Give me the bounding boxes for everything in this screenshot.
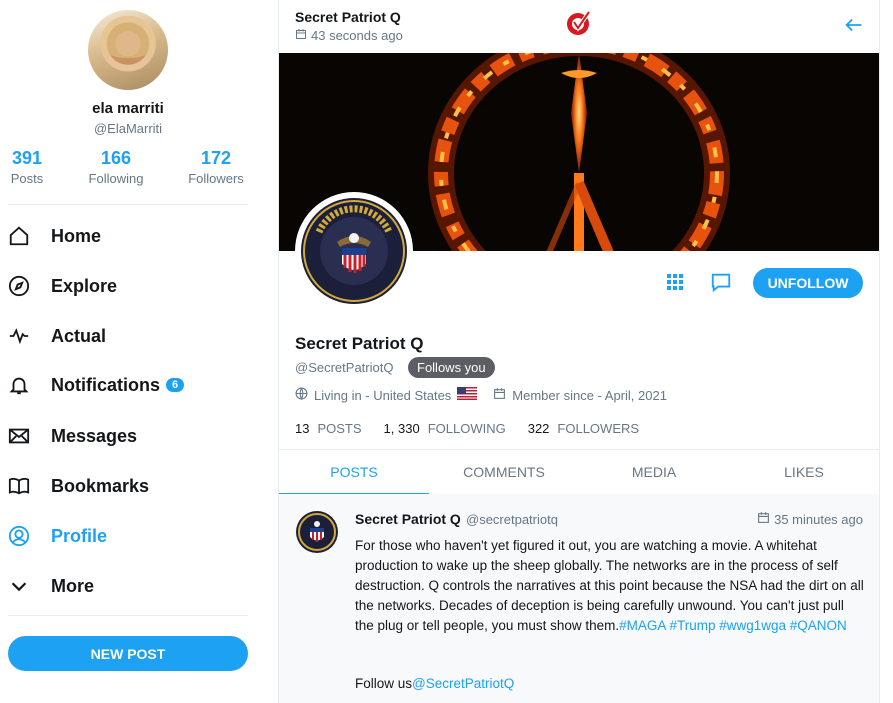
profile-avatar[interactable] xyxy=(295,192,413,310)
profile-location: Living in - United States xyxy=(295,387,478,403)
top-bar-time: 43 seconds ago xyxy=(295,28,403,43)
profile-member-since: Member since - April, 2021 xyxy=(493,387,667,403)
mention-link[interactable]: @SecretPatriotQ xyxy=(412,676,514,691)
nav-label-more: More xyxy=(51,575,95,596)
calendar-icon xyxy=(295,28,307,43)
nav-item-more[interactable]: More xyxy=(8,566,258,606)
user-icon xyxy=(8,525,30,547)
top-bar-time-text: 43 seconds ago xyxy=(311,28,403,43)
stat-posts[interactable]: 391 Posts xyxy=(0,148,67,186)
stat-following-label: Following xyxy=(88,171,144,186)
post-time: 35 minutes ago xyxy=(757,511,863,527)
nav-item-profile[interactable]: Profile xyxy=(8,516,258,556)
nav-item-notifications[interactable]: Notifications 6 xyxy=(8,365,258,405)
calendar-icon xyxy=(493,387,506,403)
book-icon xyxy=(8,475,30,497)
profile-handle: @SecretPatriotQ xyxy=(295,360,394,375)
tab-posts[interactable]: POSTS xyxy=(279,450,429,495)
unfollow-button[interactable]: UNFOLLOW xyxy=(753,268,863,298)
activity-icon xyxy=(8,325,30,347)
nav-label-profile: Profile xyxy=(51,525,108,546)
stat-following-count: 166 xyxy=(100,148,132,168)
nav-label-explore: Explore xyxy=(51,275,118,296)
count-label: POSTS xyxy=(317,421,362,436)
nav-label-notifications: Notifications xyxy=(51,374,161,395)
user-name: ela marriti xyxy=(92,100,164,117)
stat-posts-label: Posts xyxy=(10,171,44,186)
nav-item-home[interactable]: Home xyxy=(8,216,258,256)
count-label: FOLLOWERS xyxy=(557,421,640,436)
calendar-icon xyxy=(757,511,770,527)
profile-location-text: Living in - United States xyxy=(314,387,452,403)
follows-you-badge: Follows you xyxy=(408,357,495,378)
nav-item-actual[interactable]: Actual xyxy=(8,316,258,356)
post-time-text: 35 minutes ago xyxy=(774,511,863,527)
home-icon xyxy=(8,225,30,247)
hashtag-link[interactable]: #MAGA xyxy=(619,618,666,633)
post-follow-line: Follow us@SecretPatriotQ xyxy=(355,676,514,691)
post-author-handle: @secretpatriotq xyxy=(466,512,558,527)
top-bar: Secret Patriot Q 43 seconds ago xyxy=(279,0,879,52)
user-handle: @ElaMarriti xyxy=(93,121,163,136)
stat-posts-count: 391 xyxy=(11,148,43,168)
hashtag-link[interactable]: #QANON xyxy=(790,618,847,633)
top-bar-title: Secret Patriot Q xyxy=(295,9,401,25)
profile-counts: 13 POSTS 1, 330 FOLLOWING 322 FOLLOWERS xyxy=(295,421,639,436)
count-label: FOLLOWING xyxy=(427,421,506,436)
sidebar-divider xyxy=(8,204,248,205)
compass-icon xyxy=(8,275,30,297)
nav-item-messages[interactable]: Messages xyxy=(8,416,258,456)
user-avatar[interactable] xyxy=(88,10,168,90)
profile-column: Secret Patriot Q 43 seconds ago UNFOLLOW… xyxy=(278,0,880,703)
site-logo[interactable] xyxy=(565,9,593,37)
nav-label-actual: Actual xyxy=(51,325,107,346)
count-value: 322 xyxy=(527,421,550,436)
post-author-name[interactable]: Secret Patriot Q xyxy=(355,511,461,527)
nav-label-bookmarks: Bookmarks xyxy=(51,475,150,496)
tab-comments[interactable]: COMMENTS xyxy=(429,450,579,494)
post-body: For those who haven't yet figured it out… xyxy=(355,536,865,636)
grid-icon[interactable] xyxy=(661,268,689,296)
back-arrow-icon[interactable] xyxy=(843,14,865,36)
nav-item-explore[interactable]: Explore xyxy=(8,266,258,306)
hashtag-link[interactable]: #Trump xyxy=(669,618,715,633)
profile-tabs: POSTS COMMENTS MEDIA LIKES xyxy=(279,449,879,495)
stat-following[interactable]: 166 Following xyxy=(76,148,156,186)
new-post-button[interactable]: NEW POST xyxy=(8,636,248,671)
profile-followers-count[interactable]: 322 FOLLOWERS xyxy=(528,421,639,436)
bell-icon xyxy=(8,374,30,396)
envelope-icon xyxy=(8,425,30,447)
stat-followers-count: 172 xyxy=(200,148,232,168)
sidebar-divider xyxy=(8,615,248,616)
post-follow-prefix: Follow us xyxy=(355,676,413,691)
nav-item-bookmarks[interactable]: Bookmarks xyxy=(8,466,258,506)
profile-meta: Living in - United States Member since -… xyxy=(295,387,683,403)
sidebar: ela marriti @ElaMarriti 391 Posts 166 Fo… xyxy=(0,0,264,703)
profile-following-count[interactable]: 1, 330 FOLLOWING xyxy=(384,421,506,436)
stat-followers[interactable]: 172 Followers xyxy=(176,148,256,186)
nav-label-messages: Messages xyxy=(51,425,138,446)
us-flag-icon xyxy=(457,387,478,403)
post-card[interactable]: Secret Patriot Q @secretpatriotq 35 minu… xyxy=(279,494,879,703)
count-value: 13 xyxy=(295,421,310,436)
tab-media[interactable]: MEDIA xyxy=(579,450,729,494)
nav-label-home: Home xyxy=(51,225,102,246)
hashtag-link[interactable]: #wwg1wga xyxy=(719,618,786,633)
message-icon[interactable] xyxy=(707,268,735,296)
post-text: For those who haven't yet figured it out… xyxy=(355,538,864,633)
profile-name: Secret Patriot Q xyxy=(295,334,424,353)
post-author-avatar[interactable] xyxy=(295,510,339,554)
globe-icon xyxy=(295,387,308,403)
notifications-badge: 6 xyxy=(166,378,185,392)
profile-posts-count[interactable]: 13 POSTS xyxy=(295,421,362,436)
stat-followers-label: Followers xyxy=(188,171,244,186)
count-value: 1, 330 xyxy=(383,421,420,436)
tab-likes[interactable]: LIKES xyxy=(729,450,879,494)
profile-member-since-text: Member since - April, 2021 xyxy=(512,387,667,403)
chevron-down-icon xyxy=(8,575,30,597)
